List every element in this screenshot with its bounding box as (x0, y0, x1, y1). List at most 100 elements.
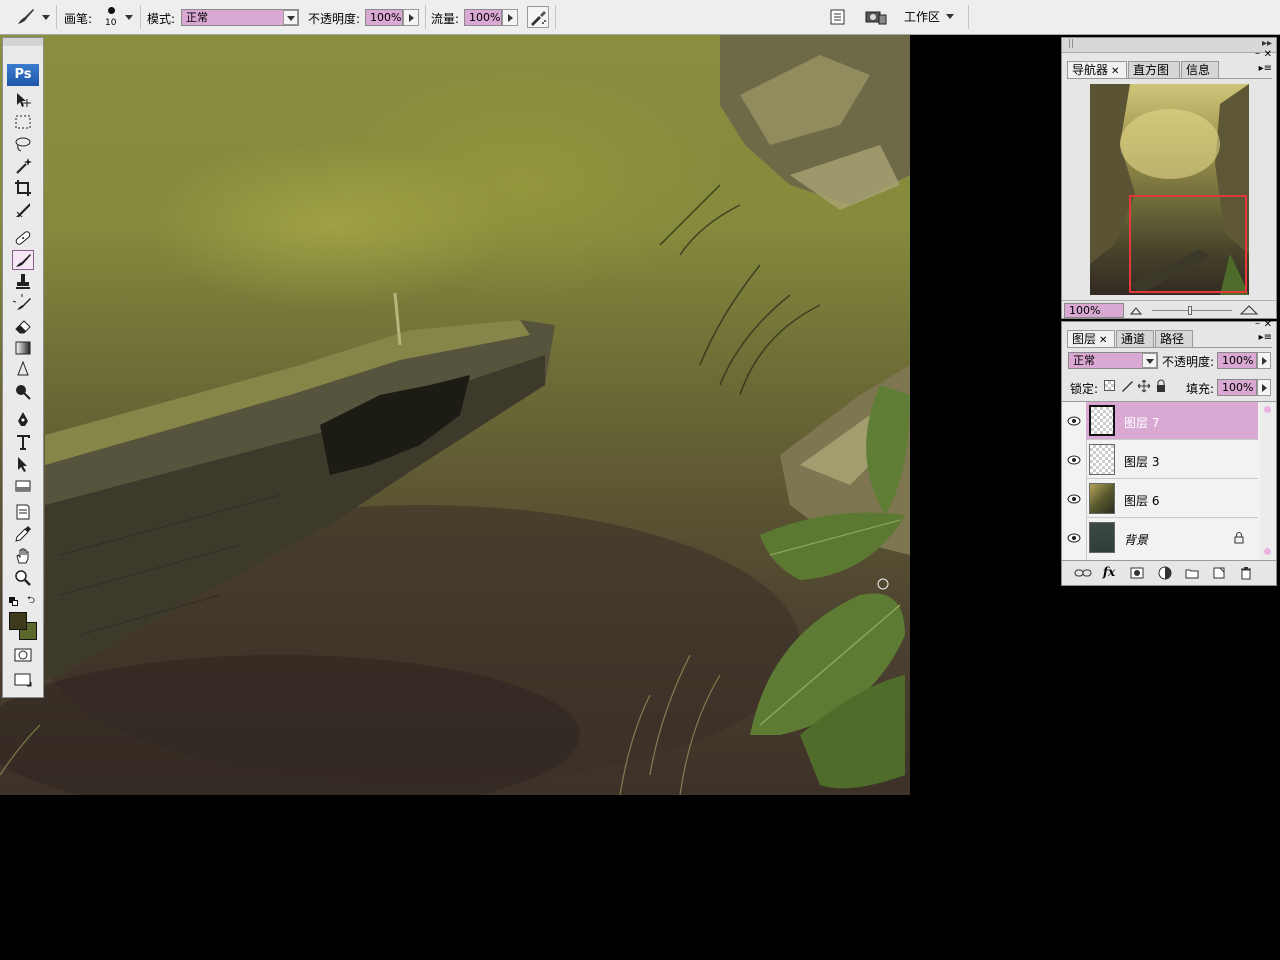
close-icon[interactable]: ✕ (1264, 319, 1272, 330)
layer-row[interactable]: 背景 (1086, 519, 1258, 557)
blend-mode-dropdown-button[interactable] (1142, 353, 1157, 368)
bridge-button[interactable] (864, 7, 888, 27)
lock-transparency-button[interactable] (1104, 380, 1115, 391)
zoom-out-icon[interactable] (1130, 306, 1142, 316)
lock-all-icon[interactable] (1155, 379, 1167, 393)
marquee-tool[interactable] (12, 112, 34, 132)
gradient-tool[interactable] (12, 338, 34, 358)
separator (140, 5, 141, 29)
add-mask-icon[interactable] (1128, 566, 1146, 580)
swap-colors-icon[interactable]: ⮌ (27, 596, 35, 606)
healing-brush-tool[interactable] (12, 228, 34, 248)
minimize-icon[interactable]: – (1255, 318, 1260, 329)
slice-tool[interactable] (12, 200, 34, 220)
hand-tool[interactable] (12, 546, 34, 566)
airbrush-toggle[interactable] (527, 6, 549, 28)
close-tab-icon[interactable]: ✕ (1099, 335, 1107, 346)
eraser-tool[interactable] (12, 316, 34, 336)
blur-tool[interactable] (12, 360, 34, 380)
tab-info[interactable]: 信息 (1181, 61, 1219, 78)
new-group-icon[interactable] (1183, 566, 1201, 580)
type-tool[interactable] (12, 432, 34, 452)
tab-histogram[interactable]: 直方图 (1128, 61, 1180, 78)
layer-style-icon[interactable]: fx (1100, 565, 1118, 579)
flow-slider-button[interactable] (502, 9, 518, 26)
layer-visibility-eye-icon[interactable] (1066, 454, 1082, 466)
zoom-slider[interactable] (1152, 306, 1232, 315)
adjustment-layer-icon[interactable] (1156, 566, 1174, 580)
shape-tool[interactable] (12, 476, 34, 496)
layer-visibility-eye-icon[interactable] (1066, 415, 1082, 427)
pen-tool[interactable] (12, 410, 34, 430)
layer-visibility-eye-icon[interactable] (1066, 532, 1082, 544)
zoom-in-icon[interactable] (1240, 305, 1258, 315)
panel-menu-icon[interactable]: ▸≡ (1259, 63, 1272, 74)
blend-mode-select[interactable]: 正常 (1068, 352, 1158, 369)
workspace-menu[interactable]: 工作区 (904, 8, 964, 26)
opacity-slider-button[interactable] (403, 9, 419, 26)
opacity-input[interactable]: 100% (365, 9, 403, 26)
scroll-up-icon[interactable] (1264, 406, 1271, 413)
dodge-tool[interactable] (12, 382, 34, 402)
mode-select[interactable]: 正常 (181, 9, 299, 26)
canvas-artwork (0, 35, 910, 795)
navigator-preview[interactable] (1090, 84, 1249, 295)
close-icon[interactable]: ✕ (1264, 49, 1272, 60)
ps-logo[interactable]: Ps (7, 64, 39, 86)
brush-picker[interactable]: 10 (103, 5, 135, 31)
mode-dropdown-button[interactable] (283, 10, 298, 25)
zoom-tool[interactable] (12, 568, 34, 588)
layer-opacity-slider-button[interactable] (1257, 352, 1271, 369)
new-layer-icon[interactable] (1210, 566, 1228, 580)
layer-visibility-eye-icon[interactable] (1066, 493, 1082, 505)
tool-preset-picker[interactable] (14, 7, 52, 27)
fill-input[interactable]: 100% (1217, 379, 1257, 396)
eyedropper-tool[interactable] (12, 524, 34, 544)
minimize-icon[interactable]: – (1255, 48, 1260, 59)
layer-opacity-label: 不透明度: (1162, 355, 1215, 369)
panel-menu-icon[interactable]: ▸≡ (1259, 332, 1272, 343)
layer-row[interactable]: 图层 7 (1086, 402, 1258, 440)
document-canvas[interactable] (0, 35, 910, 795)
flow-input[interactable]: 100% (464, 9, 502, 26)
palette-well-button[interactable] (829, 9, 847, 26)
crop-tool[interactable] (12, 178, 34, 198)
close-tab-icon[interactable]: ✕ (1111, 66, 1119, 77)
foreground-color-swatch[interactable] (9, 612, 27, 630)
collapse-icon[interactable]: ▸▸ (1262, 38, 1272, 49)
history-brush-tool[interactable] (12, 294, 34, 314)
path-selection-tool[interactable] (12, 454, 34, 474)
zoom-input[interactable]: 100% (1064, 303, 1124, 318)
tab-layers-label: 图层 (1072, 332, 1097, 346)
delete-layer-icon[interactable] (1237, 566, 1255, 580)
default-colors-icon[interactable] (9, 597, 18, 606)
layer-list-scrollbar[interactable] (1260, 402, 1276, 560)
layer-row[interactable]: 图层 6 (1086, 480, 1258, 518)
tab-channels[interactable]: 通道 (1116, 330, 1154, 347)
clone-stamp-tool[interactable] (12, 272, 34, 292)
move-tool[interactable] (12, 90, 34, 110)
magic-wand-tool[interactable] (12, 156, 34, 176)
lock-paint-icon[interactable] (1120, 379, 1134, 393)
tab-paths[interactable]: 路径 (1155, 330, 1193, 347)
scroll-down-icon[interactable] (1264, 548, 1271, 555)
toolbox-header[interactable] (3, 38, 43, 46)
layer-row[interactable]: 图层 3 (1086, 441, 1258, 479)
panel-dock-bar[interactable]: || ▸▸ (1062, 38, 1276, 53)
quick-mask-toggle[interactable] (12, 645, 34, 665)
notes-tool[interactable] (12, 502, 34, 522)
layer-opacity-input[interactable]: 100% (1217, 352, 1257, 369)
fill-slider-button[interactable] (1257, 379, 1271, 396)
tab-navigator[interactable]: 导航器 ✕ (1067, 61, 1127, 78)
tab-layers[interactable]: 图层 ✕ (1067, 330, 1115, 347)
path-select-icon (18, 457, 27, 472)
brush-tool[interactable] (12, 250, 34, 270)
lock-move-icon[interactable] (1137, 379, 1151, 393)
link-layers-icon[interactable] (1074, 566, 1092, 580)
view-proxy-rectangle[interactable] (1129, 195, 1247, 293)
screen-mode-button[interactable] (12, 670, 34, 690)
lasso-tool[interactable] (12, 134, 34, 154)
layers-panel: – ✕ 图层 ✕ 通道 路径 ▸≡ 正常 不透明度: 100% 锁定: 填充: 1… (1061, 318, 1277, 586)
workspace-label: 工作区 (904, 10, 941, 24)
zoom-slider-thumb[interactable] (1188, 306, 1192, 315)
